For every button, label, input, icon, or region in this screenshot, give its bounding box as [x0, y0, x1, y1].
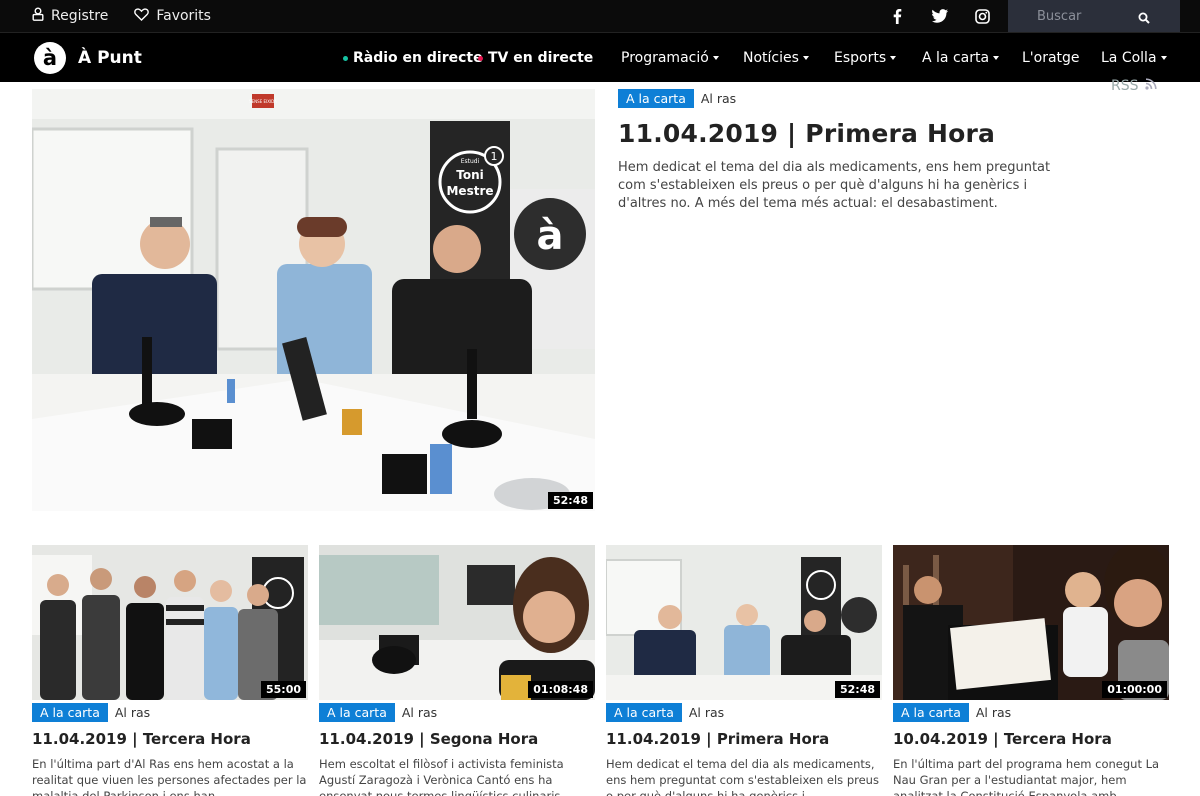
duration-badge: 52:48: [547, 492, 593, 509]
facebook-icon[interactable]: [890, 0, 904, 32]
rss-link[interactable]: RSS: [1111, 78, 1157, 94]
card-description: En l'última part del programa hem conegu…: [893, 757, 1160, 796]
menu-esports[interactable]: Esports: [834, 33, 897, 83]
search-input[interactable]: [1008, 0, 1138, 32]
menu-oratge[interactable]: L'oratge: [1022, 33, 1080, 83]
brand-logo: à: [34, 42, 66, 74]
card-photo: [319, 545, 595, 700]
studio-sign-line2: Toni: [456, 168, 484, 182]
main-navbar: à À Punt Ràdio en directe TV en directe …: [0, 32, 1200, 82]
category-tag[interactable]: A la carta: [893, 703, 969, 722]
card-thumbnail[interactable]: 01:08:48: [319, 545, 595, 700]
menu-noticies[interactable]: Notícies: [743, 33, 809, 83]
card-photo: [32, 545, 308, 700]
card-title[interactable]: 10.04.2019 | Tercera Hora: [893, 730, 1169, 748]
menu-la-colla[interactable]: La Colla: [1101, 33, 1167, 83]
rss-icon: [1144, 78, 1157, 94]
live-radio-link[interactable]: Ràdio en directe: [343, 33, 483, 83]
card-thumbnail[interactable]: 01:00:00: [893, 545, 1169, 700]
card-title[interactable]: 11.04.2019 | Tercera Hora: [32, 730, 308, 748]
duration-badge: 01:08:48: [528, 681, 593, 698]
menu-label: A la carta: [922, 50, 990, 66]
category-tag[interactable]: A la carta: [319, 703, 395, 722]
caret-down-icon: [712, 56, 719, 60]
register-label: Registre: [51, 8, 109, 24]
heart-icon: [134, 7, 150, 25]
door-sign-text: SENSE EIXIDA: [249, 99, 277, 104]
duration-badge: 52:48: [834, 681, 880, 698]
duration-badge: 55:00: [260, 681, 306, 698]
top-bar: Registre Favorits: [0, 0, 1200, 32]
register-link[interactable]: Registre: [32, 7, 108, 25]
card-thumbnail[interactable]: 55:00: [32, 545, 308, 700]
category-tag[interactable]: A la carta: [618, 89, 694, 108]
menu-label: L'oratge: [1022, 50, 1080, 66]
hero-description: Hem dedicat el tema del dia als medicame…: [618, 160, 1051, 211]
card-title[interactable]: 11.04.2019 | Primera Hora: [606, 730, 882, 748]
section-link[interactable]: Al ras: [689, 705, 724, 720]
card-title[interactable]: 11.04.2019 | Segona Hora: [319, 730, 595, 748]
top-links: Registre Favorits: [32, 0, 211, 32]
duration-badge: 01:00:00: [1102, 681, 1167, 698]
twitter-icon[interactable]: [932, 0, 948, 32]
section-link[interactable]: Al ras: [976, 705, 1011, 720]
card-description: Hem dedicat el tema del dia als medicame…: [606, 757, 879, 796]
home-logo-link[interactable]: à À Punt: [34, 42, 142, 74]
hero-title[interactable]: 11.04.2019 | Primera Hora: [618, 119, 1068, 148]
menu-programacio[interactable]: Programació: [621, 33, 719, 83]
caret-down-icon: [802, 56, 809, 60]
section-link[interactable]: Al ras: [115, 705, 150, 720]
brand-name: À Punt: [78, 48, 142, 68]
live-tv-link[interactable]: TV en directe: [478, 33, 593, 83]
card-tags: A la carta Al ras: [32, 703, 308, 722]
card-tags: A la carta Al ras: [319, 703, 595, 722]
card-photo: [893, 545, 1169, 700]
studio-sign-line1: Estudi: [461, 158, 480, 165]
live-tv-dot: [478, 55, 483, 61]
instagram-icon[interactable]: [975, 0, 990, 32]
episode-card: 55:00 A la carta Al ras 11.04.2019 | Ter…: [32, 545, 308, 796]
live-tv-label: TV en directe: [488, 50, 594, 66]
caret-down-icon: [1160, 56, 1167, 60]
menu-label: Programació: [621, 50, 709, 66]
episode-card: 01:08:48 A la carta Al ras 11.04.2019 | …: [319, 545, 595, 796]
card-description: Hem escoltat el filòsof i activista femi…: [319, 757, 565, 796]
studio-wall-logo: à: [537, 213, 564, 259]
studio-sign-line3: Mestre: [446, 184, 493, 198]
caret-down-icon: [993, 56, 1000, 60]
rss-label: RSS: [1111, 78, 1139, 94]
search-box: [1008, 0, 1180, 32]
live-radio-dot: [343, 55, 348, 61]
section-link[interactable]: Al ras: [402, 705, 437, 720]
studio-photo: SENSE EIXIDA Estudi Toni Mestre 1 à: [32, 89, 595, 511]
section-link[interactable]: Al ras: [701, 91, 736, 106]
category-tag[interactable]: A la carta: [32, 703, 108, 722]
episode-card: 01:00:00 A la carta Al ras 10.04.2019 | …: [893, 545, 1169, 796]
hero-tags: A la carta Al ras: [618, 89, 1068, 108]
episode-card: 52:48 A la carta Al ras 11.04.2019 | Pri…: [606, 545, 882, 796]
card-photo: [606, 545, 882, 700]
category-tag[interactable]: A la carta: [606, 703, 682, 722]
search-icon[interactable]: [1138, 9, 1150, 28]
menu-label: Notícies: [743, 50, 799, 66]
caret-down-icon: [890, 56, 897, 60]
card-tags: A la carta Al ras: [606, 703, 882, 722]
menu-a-la-carta[interactable]: A la carta: [922, 33, 1000, 83]
user-icon: [32, 7, 44, 25]
favorites-link[interactable]: Favorits: [134, 7, 211, 25]
menu-label: Esports: [834, 50, 887, 66]
hero-info: A la carta Al ras 11.04.2019 | Primera H…: [618, 89, 1068, 213]
card-thumbnail[interactable]: 52:48: [606, 545, 882, 700]
card-description: En l'última part d'Al Ras ens hem acosta…: [32, 757, 307, 796]
favorites-label: Favorits: [156, 8, 211, 24]
hero-thumbnail[interactable]: SENSE EIXIDA Estudi Toni Mestre 1 à 52:4…: [32, 89, 595, 511]
live-radio-label: Ràdio en directe: [353, 50, 483, 66]
menu-label: La Colla: [1101, 50, 1157, 66]
logo-glyph: à: [42, 45, 58, 70]
card-tags: A la carta Al ras: [893, 703, 1169, 722]
studio-sign-number: 1: [491, 150, 498, 163]
